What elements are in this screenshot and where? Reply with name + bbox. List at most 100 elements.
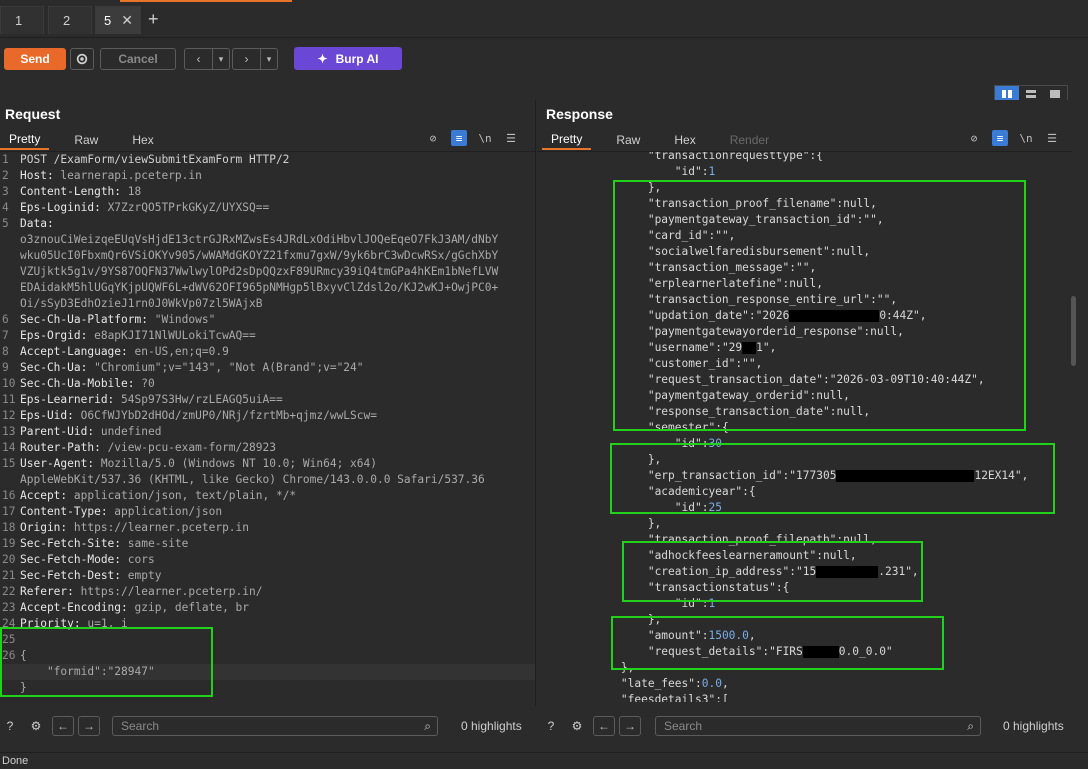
code-line: "socialwelfaredisbursement":null, — [647, 245, 871, 258]
tab-hex[interactable]: Hex — [123, 130, 162, 150]
code-line: 8 Accept-Language: en-US,en;q=0.9 — [0, 344, 535, 360]
code-line: "academicyear":{ — [647, 485, 756, 498]
tab-label: 2 — [63, 13, 71, 28]
code-line: o3znouCiWeizqeEUqVsHjdE13ctrGJRxMZwsEs4J… — [0, 232, 535, 248]
code-line: "customer_id":"", — [647, 357, 763, 370]
code-line: "formid":"28947" — [0, 664, 535, 680]
line-text: Parent-Uid: undefined — [20, 425, 162, 438]
cancel-button[interactable]: Cancel — [100, 48, 176, 70]
tab-pretty[interactable]: Pretty — [542, 130, 592, 150]
code-line: 5 Data: — [0, 216, 535, 232]
tab-hex[interactable]: Hex — [665, 130, 704, 150]
request-editor[interactable]: 1 POST /ExamForm/viewSubmitExamForm HTTP/… — [0, 152, 535, 702]
help-icon[interactable]: ? — [0, 716, 20, 736]
line-text: Data: — [20, 217, 54, 230]
gear-icon — [76, 53, 88, 65]
code-line: Oi/sSyD3EdhOzieJ1rn0J0WkVp07zl5WAjxB — [0, 296, 535, 312]
next-match-icon[interactable]: → — [619, 716, 641, 736]
line-text: Accept-Language: en-US,en;q=0.9 — [20, 345, 229, 358]
wrap-lines-icon[interactable]: ≡ — [451, 130, 467, 146]
code-line: "id":1 — [674, 165, 716, 178]
line-text: Eps-Orgid: e8apKJI71NlWULokiTcwAQ== — [20, 329, 256, 342]
code-line: 10 Sec-Ch-Ua-Mobile: ?0 — [0, 376, 535, 392]
search-icon: ⌕ — [424, 719, 431, 733]
code-line: "transaction_message":"", — [647, 261, 817, 274]
response-editor[interactable]: "transactionrequesttype":{ "id":1 }, "tr… — [537, 152, 1072, 702]
code-line: "response_transaction_date":null, — [647, 405, 871, 418]
code-line: 17 Content-Type: application/json — [0, 504, 535, 520]
status-bar: Done — [0, 752, 1088, 769]
code-line: "semester":{ — [647, 421, 729, 434]
line-text: wku05UcI0FbxmQr6VSiOKYv905/wWAMdGKOYZ21f… — [20, 249, 499, 262]
line-number: 16 — [2, 489, 16, 502]
tab-label: 5 — [104, 13, 112, 28]
code-line: 2 Host: learnerapi.pceterp.in — [0, 168, 535, 184]
back-icon[interactable]: ‹ — [185, 49, 213, 69]
line-text: Eps-Uid: O6CfWJYbD2dHOd/zmUP0/NRj/fzrtMb… — [20, 409, 377, 422]
tab-pretty[interactable]: Pretty — [0, 130, 50, 150]
line-number: 14 — [2, 441, 16, 454]
tab-5[interactable]: 5 ✕ — [95, 6, 141, 34]
line-text: Eps-Loginid: X7ZzrQO5TPrkGKyZ/UYXSQ== — [20, 201, 270, 214]
settings-button[interactable] — [70, 48, 94, 70]
previous-match-icon[interactable]: ← — [52, 716, 74, 736]
line-text: Accept: application/json, text/plain, */… — [20, 489, 297, 502]
code-line: "card_id":"", — [647, 229, 736, 242]
gear-icon[interactable]: ⚙ — [26, 716, 46, 736]
eye-slash-icon[interactable]: ⊘ — [425, 130, 441, 146]
help-icon[interactable]: ? — [541, 716, 561, 736]
forward-nav-group: › ▾ — [232, 48, 278, 70]
chevron-down-icon[interactable]: ▾ — [261, 49, 277, 69]
line-text: Sec-Fetch-Mode: cors — [20, 553, 155, 566]
line-text: Priority: u=1, i — [20, 617, 128, 630]
wrap-lines-icon[interactable]: ≡ — [992, 130, 1008, 146]
close-icon[interactable]: ✕ — [121, 12, 133, 29]
next-match-icon[interactable]: → — [78, 716, 100, 736]
code-line: EDAidakM5hlUGqYKjpUQWF6L+dWV62OFI965pNMH… — [0, 280, 535, 296]
tab-2[interactable]: 2 — [48, 6, 92, 34]
line-text: POST /ExamForm/viewSubmitExamForm HTTP/2 — [20, 153, 290, 166]
line-text: VZUjktk5g1v/9YS87OQFN37WwlwylOPd2sDpQQzx… — [20, 265, 499, 278]
code-line: "erplearnerlatefine":null, — [647, 277, 823, 290]
code-line: 12 Eps-Uid: O6CfWJYbD2dHOd/zmUP0/NRj/fzrt… — [0, 408, 535, 424]
code-line: "paymentgatewayorderid_response":null, — [647, 325, 904, 338]
tab-raw[interactable]: Raw — [607, 130, 649, 150]
line-text: { — [20, 649, 27, 662]
line-number: 24 — [2, 617, 16, 630]
redaction-bar — [742, 342, 757, 354]
eye-slash-icon[interactable]: ⊘ — [966, 130, 982, 146]
tab-1[interactable]: 1 — [0, 6, 44, 34]
request-pane: Request Pretty Raw Hex ⊘ ≡ \n ☰ 1 POST /E… — [0, 100, 536, 706]
menu-icon[interactable]: ☰ — [1044, 130, 1060, 146]
newline-icon[interactable]: \n — [1018, 130, 1034, 146]
code-line: "request_transaction_date":"2026-03-09T1… — [647, 373, 985, 386]
forward-icon[interactable]: › — [233, 49, 261, 69]
search-input[interactable] — [656, 719, 946, 733]
code-line: 13 Parent-Uid: undefined — [0, 424, 535, 440]
code-line: AppleWebKit/537.36 (KHTML, like Gecko) C… — [0, 472, 535, 488]
gear-icon[interactable]: ⚙ — [567, 716, 587, 736]
chevron-down-icon[interactable]: ▾ — [213, 49, 229, 69]
add-tab-icon[interactable]: + — [148, 9, 159, 30]
search-input[interactable] — [113, 719, 403, 733]
code-line: "transaction_proof_filename":null, — [647, 197, 877, 210]
newline-icon[interactable]: \n — [477, 130, 493, 146]
code-line: 22 Referer: https://learner.pceterp.in/ — [0, 584, 535, 600]
tab-render[interactable]: Render — [721, 130, 778, 150]
send-button[interactable]: Send — [4, 48, 66, 70]
response-pane: Response Pretty Raw Hex Render ⊘ ≡ \n ☰ … — [537, 100, 1072, 706]
line-number: 22 — [2, 585, 16, 598]
response-scrollbar[interactable] — [1071, 296, 1076, 366]
line-number: 12 — [2, 409, 16, 422]
search-icon: ⌕ — [967, 719, 974, 733]
line-text: Router-Path: /view-pcu-exam-form/28923 — [20, 441, 276, 454]
code-line: "paymentgateway_transaction_id":"", — [647, 213, 884, 226]
tab-raw[interactable]: Raw — [65, 130, 107, 150]
active-tab-indicator — [120, 0, 292, 2]
line-text: Content-Type: application/json — [20, 505, 223, 518]
previous-match-icon[interactable]: ← — [593, 716, 615, 736]
search-field: ⌕ — [655, 716, 981, 736]
menu-icon[interactable]: ☰ — [503, 130, 519, 146]
request-title: Request — [5, 106, 61, 122]
burp-ai-button[interactable]: ✦ Burp AI — [294, 47, 402, 70]
